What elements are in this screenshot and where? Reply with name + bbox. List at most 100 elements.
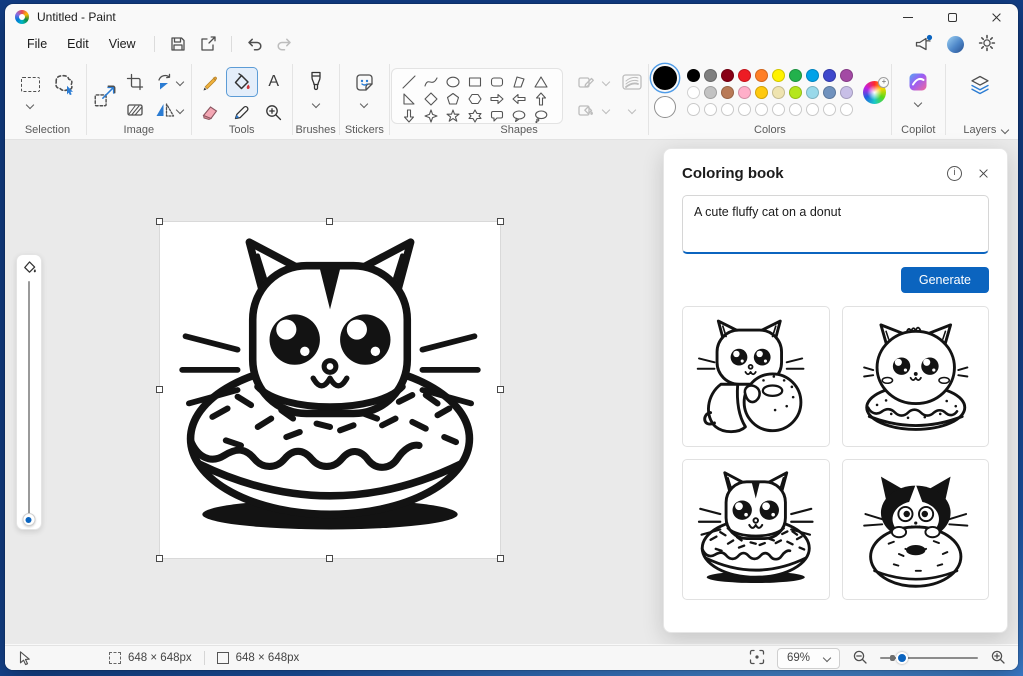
text-tool-button[interactable]: A — [259, 68, 289, 96]
eraser-tool-button[interactable] — [195, 98, 225, 126]
menu-view[interactable]: View — [99, 33, 146, 55]
pencil-tool-button[interactable] — [195, 68, 225, 96]
panel-close-icon[interactable] — [978, 168, 989, 179]
zoom-level-dropdown[interactable]: 69% — [777, 648, 840, 669]
color-swatch-ffffff[interactable] — [687, 86, 700, 99]
color-swatch-b97a57[interactable] — [721, 86, 734, 99]
empty-color-slot[interactable] — [687, 103, 700, 116]
feedback-button[interactable] — [914, 34, 933, 55]
result-thumbnail-2[interactable] — [842, 306, 990, 447]
fit-to-screen-button[interactable] — [749, 649, 765, 668]
empty-color-slot[interactable] — [789, 103, 802, 116]
selection-handle-w[interactable] — [156, 386, 163, 393]
color-swatch-7092be[interactable] — [823, 86, 836, 99]
empty-color-slot[interactable] — [721, 103, 734, 116]
color-swatch-880015[interactable] — [721, 69, 734, 82]
shape-fill-button[interactable] — [571, 96, 601, 124]
brushes-button[interactable] — [301, 68, 331, 96]
color-swatch-a349a4[interactable] — [840, 69, 853, 82]
account-avatar[interactable] — [947, 36, 964, 53]
crop-button[interactable] — [120, 68, 150, 96]
maximize-button[interactable] — [930, 4, 974, 30]
empty-color-slot[interactable] — [823, 103, 836, 116]
layers-button[interactable] — [965, 71, 995, 99]
star-six-shape[interactable] — [468, 109, 482, 123]
empty-color-slot[interactable] — [704, 103, 717, 116]
color-picker-tool-button[interactable] — [227, 98, 257, 126]
info-icon[interactable]: i — [947, 166, 962, 181]
speech-cloud-shape[interactable] — [534, 109, 548, 123]
line-weight-button[interactable] — [617, 68, 647, 96]
zoom-out-button[interactable] — [852, 649, 868, 668]
generate-button[interactable]: Generate — [901, 267, 989, 293]
speech-oval-shape[interactable] — [512, 109, 526, 123]
diamond-shape[interactable] — [424, 92, 438, 106]
zoom-in-button[interactable] — [990, 649, 1006, 668]
copilot-button[interactable] — [901, 68, 935, 96]
primary-color-swatch[interactable] — [653, 66, 677, 90]
color-swatch-efe4b0[interactable] — [772, 86, 785, 99]
empty-color-slot[interactable] — [806, 103, 819, 116]
size-slider-track[interactable] — [28, 281, 30, 520]
selection-handle-sw[interactable] — [156, 555, 163, 562]
oval-shape[interactable] — [446, 75, 460, 89]
result-thumbnail-4[interactable] — [842, 459, 990, 600]
selection-handle-nw[interactable] — [156, 218, 163, 225]
color-swatch-7f7f7f[interactable] — [704, 69, 717, 82]
empty-color-slot[interactable] — [755, 103, 768, 116]
size-slider-thumb[interactable] — [22, 513, 35, 526]
secondary-color-swatch[interactable] — [654, 96, 676, 118]
resize-image-button[interactable] — [88, 82, 122, 110]
star-four-shape[interactable] — [424, 109, 438, 123]
settings-button[interactable] — [978, 34, 996, 55]
magnifier-tool-button[interactable] — [259, 98, 289, 126]
speech-rounded-shape[interactable] — [490, 109, 504, 123]
rectangle-shape[interactable] — [468, 75, 482, 89]
color-swatch-ffaec9[interactable] — [738, 86, 751, 99]
rotate-button[interactable] — [152, 68, 186, 96]
color-swatch-ed1c24[interactable] — [738, 69, 751, 82]
zoom-slider-thumb[interactable] — [896, 652, 908, 664]
triangle-shape[interactable] — [534, 75, 548, 89]
right-triangle-shape[interactable] — [402, 92, 416, 106]
close-button[interactable] — [974, 4, 1018, 30]
result-thumbnail-3[interactable] — [682, 459, 830, 600]
arrow-left-shape[interactable] — [512, 92, 526, 106]
marquee-pattern-button[interactable] — [120, 96, 150, 124]
arrow-up-shape[interactable] — [534, 92, 548, 106]
color-swatch-3f48cc[interactable] — [823, 69, 836, 82]
chevron-down-icon[interactable] — [914, 99, 922, 107]
zoom-slider[interactable] — [880, 657, 978, 659]
result-thumbnail-1[interactable] — [682, 306, 830, 447]
chevron-down-icon[interactable] — [360, 100, 368, 108]
selection-handle-e[interactable] — [497, 386, 504, 393]
color-swatch-22b14c[interactable] — [789, 69, 802, 82]
rounded-rectangle-shape[interactable] — [490, 75, 504, 89]
save-button[interactable] — [163, 33, 193, 55]
empty-color-slot[interactable] — [772, 103, 785, 116]
polygon-shape[interactable] — [512, 75, 526, 89]
curve-shape[interactable] — [424, 75, 438, 89]
share-button[interactable] — [193, 33, 223, 55]
chevron-down-icon[interactable] — [26, 101, 34, 109]
stickers-button[interactable] — [349, 68, 379, 96]
empty-color-slot[interactable] — [840, 103, 853, 116]
color-swatch-ff7f27[interactable] — [755, 69, 768, 82]
selection-handle-s[interactable] — [326, 555, 333, 562]
prompt-input[interactable]: A cute fluffy cat on a donut — [682, 195, 989, 254]
undo-button[interactable] — [240, 33, 270, 55]
color-swatch-ffc90e[interactable] — [755, 86, 768, 99]
rectangle-select-button[interactable] — [15, 70, 45, 98]
selection-handle-n[interactable] — [326, 218, 333, 225]
color-swatch-fff200[interactable] — [772, 69, 785, 82]
canvas-image[interactable] — [160, 222, 500, 558]
color-swatch-b5e61d[interactable] — [789, 86, 802, 99]
minimize-button[interactable] — [886, 4, 930, 30]
menu-file[interactable]: File — [17, 33, 57, 55]
color-swatch-99d9ea[interactable] — [806, 86, 819, 99]
arrow-down-shape[interactable] — [402, 109, 416, 123]
selection-handle-ne[interactable] — [497, 218, 504, 225]
color-swatch-000000[interactable] — [687, 69, 700, 82]
color-swatch-c8bfe7[interactable] — [840, 86, 853, 99]
star-five-shape[interactable] — [446, 109, 460, 123]
